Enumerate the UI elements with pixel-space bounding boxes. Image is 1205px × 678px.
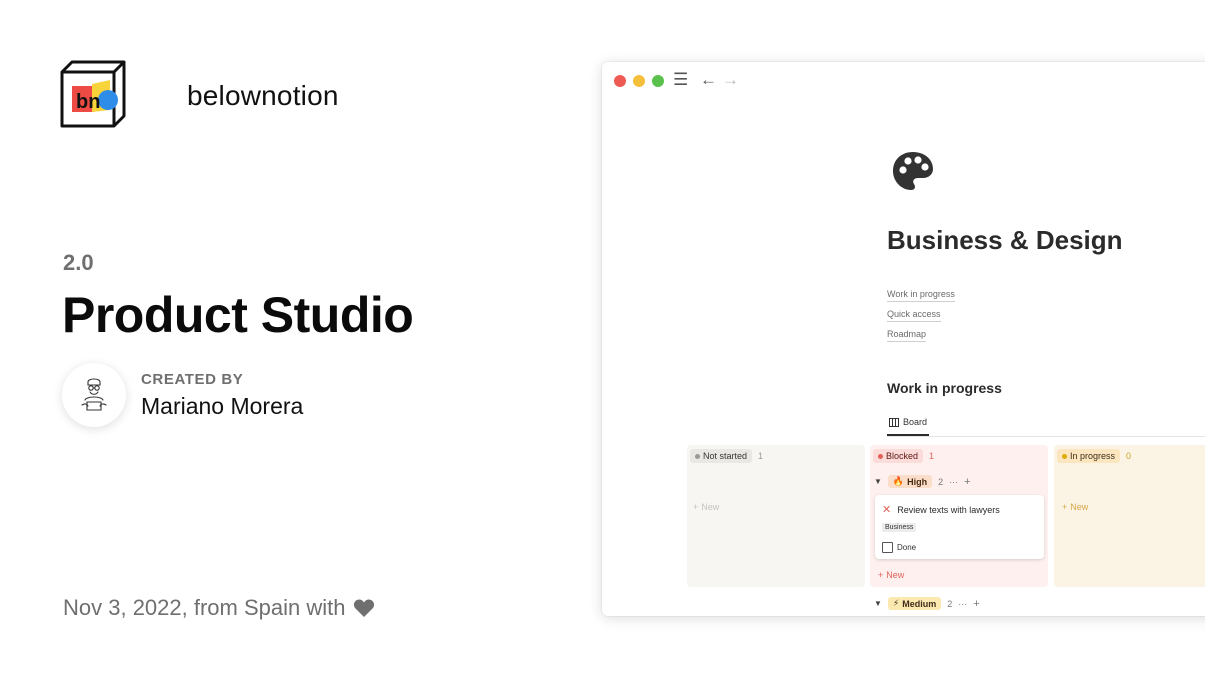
section-title: Work in progress (887, 380, 1002, 396)
author-avatar (62, 363, 126, 427)
checkbox-icon[interactable] (882, 542, 893, 553)
status-pill-in-progress: In progress (1057, 449, 1121, 463)
minimize-dot[interactable] (633, 75, 645, 87)
status-pill-not-started: Not started (690, 449, 753, 463)
tab-board[interactable]: Board (887, 415, 930, 436)
back-arrow-icon[interactable]: ← (700, 70, 717, 90)
more-icon[interactable]: ··· (949, 477, 958, 487)
add-icon[interactable]: + (973, 598, 979, 610)
version-label: 2.0 (63, 250, 94, 275)
svg-text:bn: bn (76, 91, 100, 113)
plus-icon: + (693, 502, 699, 512)
author-name: Mariano Morera (141, 393, 304, 419)
group-count: 2 (938, 476, 944, 487)
new-label: New (1070, 502, 1089, 512)
fire-icon: 🔥 (892, 476, 905, 486)
card-title-text: Review texts with lawyers (897, 504, 1000, 515)
card-checkbox-row[interactable]: Done (882, 542, 916, 553)
status-dot (695, 453, 700, 459)
priority-pill-medium: ⚡ Medium (887, 597, 942, 610)
brand-logo: bn (58, 58, 130, 130)
plus-icon: + (1062, 502, 1068, 512)
priority-label: High (907, 476, 928, 487)
notion-page-title: Business & Design (887, 225, 1123, 255)
column-header-blocked: Blocked 1 (873, 449, 934, 463)
page-title: Product Studio (62, 287, 414, 343)
footer-note: Nov 3, 2022, from Spain with (63, 595, 375, 621)
new-card-button-in-progress[interactable]: + New (1062, 502, 1088, 512)
column-count: 1 (929, 451, 935, 461)
priority-pill-high: 🔥 High (887, 475, 933, 488)
status-dot (878, 453, 883, 459)
status-dot (1062, 453, 1067, 459)
maximize-dot[interactable] (652, 75, 664, 87)
app-window-preview: ☰ ← → Business & Design Work in progress… (602, 62, 1205, 616)
caret-down-icon[interactable]: ▼ (874, 599, 882, 608)
forward-arrow-icon[interactable]: → (722, 70, 739, 90)
column-header-in-progress: In progress 0 (1057, 449, 1131, 463)
checkbox-label: Done (897, 543, 917, 552)
column-count: 1 (758, 451, 764, 461)
add-icon[interactable]: + (964, 476, 970, 488)
author-sketch-icon (81, 378, 107, 411)
more-icon[interactable]: ··· (958, 599, 967, 609)
group-count: 2 (947, 598, 953, 609)
toc-link-quick-access[interactable]: Quick access (887, 308, 941, 322)
status-label: Blocked (886, 451, 919, 461)
caret-down-icon[interactable]: ▼ (874, 477, 882, 486)
board-card[interactable]: ✕ Review texts with lawyers Business Don… (875, 495, 1044, 559)
toc-link-work-in-progress[interactable]: Work in progress (887, 288, 955, 302)
board-view-icon (889, 417, 899, 427)
group-row-high[interactable]: ▼ 🔥 High 2 ··· + (874, 475, 971, 488)
column-header-not-started: Not started 1 (690, 449, 763, 463)
toc-link-roadmap[interactable]: Roadmap (887, 328, 927, 342)
column-count: 0 (1126, 451, 1132, 461)
column-in-progress (1054, 445, 1205, 587)
close-x-icon: ✕ (882, 504, 892, 516)
group-row-medium[interactable]: ▼ ⚡ Medium 2 ··· + (874, 597, 980, 610)
status-label: Not started (703, 451, 748, 461)
new-card-button-blocked[interactable]: + New (878, 570, 904, 580)
plus-icon: + (878, 570, 884, 580)
column-not-started (687, 445, 865, 587)
new-card-button-not-started[interactable]: + New (693, 502, 719, 512)
lightning-icon: ⚡ (892, 598, 900, 608)
status-pill-blocked: Blocked (873, 449, 924, 463)
tab-board-label: Board (903, 417, 928, 427)
heart-icon (354, 599, 375, 617)
card-tag: Business (882, 523, 917, 532)
menu-icon[interactable]: ☰ (673, 70, 688, 90)
status-label: In progress (1070, 451, 1116, 461)
priority-label: Medium (902, 598, 937, 609)
tab-divider (887, 436, 1205, 437)
new-label: New (886, 570, 905, 580)
created-by-label: CREATED BY (141, 371, 244, 388)
brand-name: belownotion (187, 80, 339, 111)
palette-icon (891, 150, 935, 199)
close-dot[interactable] (614, 75, 626, 87)
footer-text: Nov 3, 2022, from Spain with (63, 595, 346, 620)
card-title: ✕ Review texts with lawyers (882, 503, 1000, 516)
logo-box-icon: bn (60, 60, 126, 128)
new-label: New (701, 502, 720, 512)
